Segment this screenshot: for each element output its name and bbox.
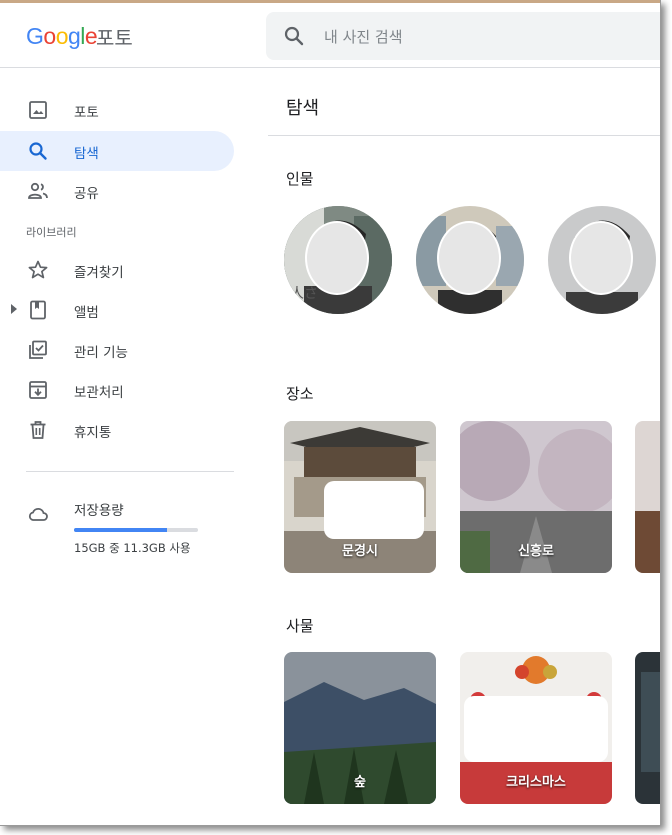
sidebar-item-albums[interactable]: 앨범	[0, 290, 234, 330]
storage-title: 저장용량	[74, 503, 124, 519]
redacted-area	[464, 696, 608, 762]
logo-letter-g2: g	[67, 23, 81, 49]
sidebar-item-label: 관리 기능	[74, 345, 128, 361]
sidebar-item-trash[interactable]: 휴지통	[0, 410, 234, 450]
people-section-title: 인물	[286, 170, 314, 188]
tile-caption: 숲	[354, 775, 366, 790]
search-icon[interactable]	[282, 24, 306, 48]
place-photo	[635, 421, 660, 573]
person-thumbnail[interactable]: 人さ	[284, 206, 392, 314]
google-logo[interactable]: Google	[26, 23, 98, 50]
app-window: Google 포토 포토 탐색	[0, 0, 661, 826]
sidebar-item-archive[interactable]: 보관처리	[0, 370, 234, 410]
search-bar[interactable]	[266, 12, 660, 60]
things-section-title: 사물	[286, 617, 314, 635]
utilities-icon	[29, 340, 47, 359]
content-divider	[268, 135, 660, 136]
thing-tile-forest[interactable]: 숲	[284, 652, 436, 804]
sidebar-item-label: 보관처리	[74, 385, 124, 401]
main-content: 탐색 인물 人さ 장소 문경시 신흥로 사물 숲 크리스마스	[268, 68, 660, 825]
search-input[interactable]	[322, 24, 656, 50]
face-blur	[437, 221, 501, 295]
tile-caption: 크리스마스	[506, 775, 566, 790]
product-name: 포토	[96, 26, 133, 50]
storage-bar-fill	[74, 528, 167, 532]
star-icon	[28, 260, 48, 279]
logo-letter-o1: o	[43, 23, 56, 49]
archive-icon	[29, 381, 47, 399]
thing-tile-partial[interactable]	[635, 652, 660, 804]
redacted-area	[324, 481, 424, 539]
page-title: 탐색	[286, 98, 320, 119]
sidebar-item-label: 공유	[74, 186, 99, 202]
sidebar-item-label: 탐색	[74, 146, 99, 162]
logo-letter-o2: o	[55, 23, 69, 49]
sidebar-item-favorites[interactable]: 즐겨찾기	[0, 250, 234, 290]
face-blur	[569, 221, 633, 295]
sidebar-item-label: 포토	[74, 105, 99, 121]
thing-tile-christmas[interactable]: 크리스마스	[460, 652, 612, 804]
logo-letter-g: G	[26, 23, 44, 49]
place-tile-sinheung-ro[interactable]: 신흥로	[460, 421, 612, 573]
trash-icon	[30, 421, 46, 439]
top-bar: Google 포토	[0, 3, 660, 68]
person-thumbnail[interactable]	[548, 206, 656, 314]
thing-photo	[635, 652, 660, 804]
storage-info[interactable]: 저장용량 15GB 중 11.3GB 사용	[0, 496, 256, 566]
photo-icon	[29, 101, 47, 119]
svg-text:人さ: 人さ	[290, 286, 318, 302]
sidebar-item-label: 휴지통	[74, 425, 112, 441]
place-tile-mungyeong[interactable]: 문경시	[284, 421, 436, 573]
search-icon	[29, 142, 47, 160]
library-section-label: 라이브러리	[26, 226, 77, 239]
album-icon	[30, 300, 46, 320]
cloud-icon	[28, 507, 48, 521]
sidebar-item-sharing[interactable]: 공유	[0, 171, 234, 211]
place-tile-partial[interactable]	[635, 421, 660, 573]
people-icon	[28, 182, 48, 199]
places-section-title: 장소	[286, 385, 314, 403]
person-thumbnail[interactable]	[416, 206, 524, 314]
tile-caption: 신흥로	[518, 544, 554, 559]
face-blur	[305, 221, 369, 295]
storage-detail: 15GB 중 11.3GB 사용	[74, 541, 191, 555]
storage-bar	[74, 528, 198, 532]
sidebar-item-explore[interactable]: 탐색	[0, 131, 234, 171]
sidebar-item-utilities[interactable]: 관리 기능	[0, 330, 234, 370]
sidebar-item-label: 앨범	[74, 305, 99, 321]
sidebar-item-label: 즐겨찾기	[74, 265, 124, 281]
expand-arrow-icon[interactable]	[11, 304, 17, 314]
sidebar-divider	[26, 471, 234, 472]
tile-caption: 문경시	[342, 544, 378, 559]
sidebar-item-photos[interactable]: 포토	[0, 90, 234, 130]
sidebar: 포토 탐색 공유 라이브러리 즐겨찾기 앨범 관리 기능 보관처리 휴지통 저장…	[0, 68, 256, 825]
